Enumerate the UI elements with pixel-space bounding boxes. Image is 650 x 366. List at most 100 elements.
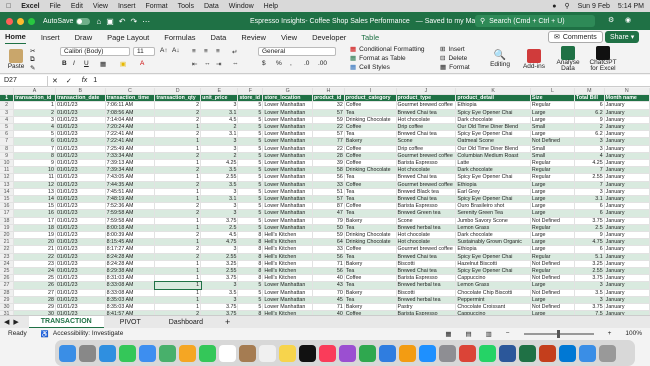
table-cell[interactable]: Ethiopia	[455, 101, 531, 110]
italic-icon[interactable]: I	[73, 60, 75, 67]
close-window-button[interactable]	[6, 17, 13, 25]
align-middle-icon[interactable]: ≡	[204, 48, 208, 55]
table-cell[interactable]: 4.75	[200, 238, 239, 247]
table-cell[interactable]: 2.55	[200, 253, 239, 261]
table-cell[interactable]: Regular	[530, 101, 576, 110]
table-cell[interactable]: 5	[237, 152, 264, 161]
addins-button[interactable]: Add-ins	[520, 46, 548, 72]
table-cell[interactable]: 40	[312, 274, 345, 283]
row-number[interactable]: 13	[0, 181, 15, 189]
paste-button[interactable]: Paste	[6, 46, 26, 72]
table-cell[interactable]: Coffee	[344, 245, 397, 254]
table-cell[interactable]: 01/01/23	[55, 253, 106, 261]
table-cell[interactable]: 3.5	[574, 289, 605, 297]
table-header-cell[interactable]: product_id	[312, 94, 345, 103]
table-header-cell[interactable]: Total Bill	[574, 94, 605, 103]
row-number[interactable]: 25	[0, 267, 15, 276]
table-cell[interactable]: Gourmet brewed coffee	[396, 101, 457, 110]
table-cell[interactable]: 3.5	[200, 166, 239, 175]
table-cell[interactable]: 5	[237, 209, 264, 218]
table-cell[interactable]: January	[604, 224, 650, 233]
table-cell[interactable]: 56	[312, 267, 345, 276]
table-cell[interactable]: 3	[574, 281, 605, 290]
table-cell[interactable]: Lower Manhattan	[262, 159, 313, 168]
table-cell[interactable]: 01/01/23	[55, 159, 106, 168]
table-cell[interactable]: 3	[200, 296, 239, 305]
table-cell[interactable]: Large	[530, 195, 576, 204]
prev-sheet-icon[interactable]: ◀	[4, 318, 9, 326]
keynote-icon[interactable]	[379, 344, 396, 362]
table-cell[interactable]: Brewed Chai tea	[396, 173, 457, 182]
accessibility-status[interactable]: Accessibility: Investigate	[53, 330, 123, 337]
table-cell[interactable]: Brewed Chai tea	[396, 253, 457, 261]
table-cell[interactable]: 5	[237, 101, 264, 110]
table-cell[interactable]: 01/01/23	[55, 296, 106, 305]
table-cell[interactable]: 3.5	[200, 289, 239, 297]
table-cell[interactable]: 33	[312, 181, 345, 189]
table-cell[interactable]: Not Defined	[530, 303, 576, 312]
table-cell[interactable]: Spicy Eye Opener Chai	[455, 130, 531, 139]
table-cell[interactable]: Oatmeal Scone	[455, 137, 531, 146]
wrap-text-icon[interactable]: ↵	[232, 48, 237, 56]
menu-format[interactable]: Format	[145, 3, 167, 10]
table-cell[interactable]: Hell's Kitchen	[262, 231, 313, 240]
table-header-cell[interactable]: transaction_id	[13, 94, 56, 103]
table-cell[interactable]: 3.75	[574, 217, 605, 225]
table-cell[interactable]: 01/01/23	[55, 260, 106, 269]
table-cell[interactable]: Dark chocolate	[455, 231, 531, 240]
redo-icon[interactable]: ↷	[130, 17, 137, 26]
column-header[interactable]: C	[105, 88, 156, 96]
table-cell[interactable]: 2	[13, 109, 56, 117]
comma-icon[interactable]: ,	[290, 60, 292, 67]
table-cell[interactable]: 22	[312, 145, 345, 153]
menu-view[interactable]: View	[93, 3, 108, 10]
table-cell[interactable]: Lower Manhattan	[262, 109, 313, 117]
table-cell[interactable]: January	[604, 274, 650, 283]
row-number[interactable]: 8	[0, 145, 15, 153]
table-cell[interactable]: Barista Espresso	[396, 274, 457, 283]
table-cell[interactable]: January	[604, 202, 650, 211]
table-cell[interactable]: January	[604, 137, 650, 146]
page-break-icon[interactable]: ▥	[486, 330, 492, 338]
table-cell[interactable]: 3	[200, 145, 239, 153]
table-cell[interactable]: January	[604, 123, 650, 132]
table-cell[interactable]: 2.55	[574, 267, 605, 276]
zoom-slider[interactable]	[523, 329, 594, 338]
table-cell[interactable]: 57	[312, 130, 345, 139]
table-cell[interactable]: 45	[312, 296, 345, 305]
table-cell[interactable]: January	[604, 109, 650, 117]
table-cell[interactable]: Hell's Kitchen	[262, 253, 313, 261]
table-cell[interactable]: Small	[530, 123, 576, 132]
number-format-dropdown[interactable]: General	[258, 47, 336, 56]
row-number[interactable]: 28	[0, 289, 15, 297]
table-cell[interactable]: Drinking Chocolate	[344, 238, 397, 247]
column-header[interactable]: K	[455, 88, 531, 96]
table-cell[interactable]: 7:06:11 AM	[105, 101, 156, 110]
table-cell[interactable]: 22	[13, 253, 56, 261]
row-number[interactable]: 12	[0, 173, 15, 182]
vscode-icon[interactable]	[559, 344, 576, 362]
table-cell[interactable]: Spicy Eye Opener Chai	[455, 253, 531, 261]
table-cell[interactable]: January	[604, 253, 650, 261]
table-cell[interactable]: Hot chocolate	[396, 116, 457, 125]
table-cell[interactable]: 2	[200, 123, 239, 132]
insert-cells-button[interactable]: ⊞ Insert	[440, 45, 465, 54]
table-cell[interactable]: Bakery	[344, 260, 397, 269]
table-cell[interactable]: 28	[312, 152, 345, 161]
table-cell[interactable]: 2	[154, 152, 202, 161]
row-number[interactable]: 10	[0, 159, 15, 168]
column-header[interactable]: J	[396, 88, 457, 96]
zoom-thumb[interactable]	[556, 329, 560, 338]
table-cell[interactable]: 8:35:03 AM	[105, 296, 156, 305]
table-cell[interactable]: Barista Espresso	[396, 159, 457, 168]
table-cell[interactable]: 6	[574, 202, 605, 211]
table-cell[interactable]: 32	[312, 101, 345, 110]
table-cell[interactable]: Large	[530, 245, 576, 254]
table-cell[interactable]: 8	[237, 253, 264, 261]
table-cell[interactable]: 8:17:27 AM	[105, 245, 156, 254]
table-header-cell[interactable]: product_type	[396, 94, 457, 103]
table-cell[interactable]: 7:45:51 AM	[105, 188, 156, 197]
table-cell[interactable]: 15	[13, 202, 56, 211]
table-cell[interactable]: 6.2	[574, 130, 605, 139]
table-cell[interactable]: Coffee	[344, 123, 397, 132]
